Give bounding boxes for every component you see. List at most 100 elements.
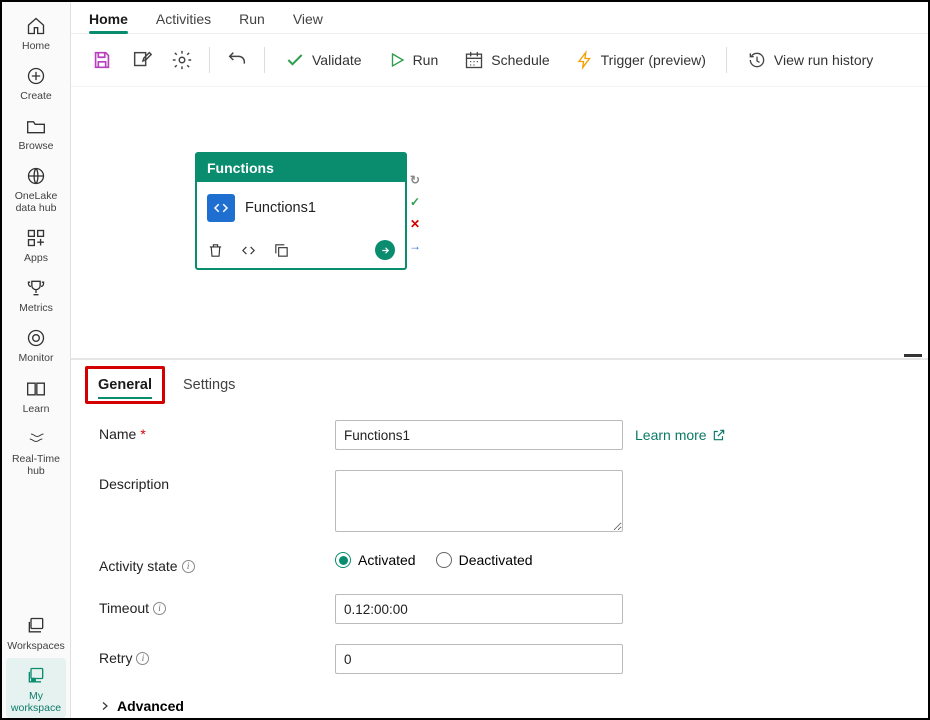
copy-icon[interactable] [273, 242, 290, 259]
skip-handle[interactable]: → [408, 239, 422, 253]
sidebar-item-apps[interactable]: Apps [6, 220, 66, 268]
trophy-icon [26, 276, 46, 300]
target-icon [26, 326, 46, 350]
name-input[interactable] [335, 420, 623, 450]
toolbar-label: Run [413, 52, 439, 68]
my-workspace-icon [26, 664, 46, 688]
separator [726, 47, 727, 73]
schedule-button[interactable]: Schedule [454, 45, 559, 75]
sidebar-label: OneLake data hub [8, 190, 64, 214]
tab-activities[interactable]: Activities [156, 11, 211, 33]
edit-button[interactable] [125, 44, 159, 76]
advanced-toggle[interactable]: Advanced [99, 694, 900, 718]
check-icon [285, 50, 305, 70]
description-input[interactable] [335, 470, 623, 532]
history-icon [747, 50, 767, 70]
external-link-icon [712, 428, 726, 442]
save-button[interactable] [85, 44, 119, 76]
timeout-input[interactable] [335, 594, 623, 624]
code-icon [207, 194, 235, 222]
retry-input[interactable] [335, 644, 623, 674]
retry-label: Retry i [99, 644, 335, 666]
success-handle[interactable]: ✓ [408, 195, 422, 209]
sidebar-item-learn[interactable]: Learn [6, 371, 66, 419]
activity-state-radio-group: Activated Deactivated [335, 552, 533, 568]
node-toolbar [197, 234, 405, 268]
top-tabs: Home Activities Run View [71, 2, 928, 34]
pane-divider[interactable] [71, 358, 928, 360]
trash-icon[interactable] [207, 242, 224, 259]
name-label: Name * [99, 420, 335, 442]
workspaces-icon [26, 614, 46, 638]
properties-form: Name * Learn more Description Activity [85, 404, 914, 718]
loop-handle[interactable]: ↻ [408, 173, 422, 187]
highlight-general-tab: General [85, 366, 165, 404]
sidebar-label: Browse [18, 140, 53, 152]
info-icon[interactable]: i [182, 560, 195, 573]
sidebar-label: Workspaces [7, 640, 65, 652]
properties-panel: General Settings Name * Learn more [71, 360, 928, 718]
timeout-label: Timeout i [99, 594, 335, 616]
radio-icon [436, 552, 452, 568]
stream-icon [26, 427, 46, 451]
tab-view[interactable]: View [293, 11, 323, 33]
tab-run[interactable]: Run [239, 11, 265, 33]
toolbar: Validate Run Schedule Trigger (preview) … [71, 34, 928, 87]
tab-home[interactable]: Home [89, 11, 128, 33]
sidebar-label: Home [22, 40, 50, 52]
sidebar-label: My workspace [8, 690, 64, 714]
undo-button[interactable] [220, 44, 254, 76]
sidebar-label: Learn [23, 403, 50, 415]
sidebar-label: Metrics [19, 302, 53, 314]
sidebar-item-my-workspace[interactable]: My workspace [6, 658, 66, 718]
toolbar-label: Schedule [491, 52, 549, 68]
sidebar-item-onelake[interactable]: OneLake data hub [6, 158, 66, 218]
folder-icon [26, 114, 46, 138]
collapse-handle[interactable] [904, 354, 922, 360]
sidebar-item-create[interactable]: Create [6, 58, 66, 106]
radio-deactivated[interactable]: Deactivated [436, 552, 533, 568]
props-tab-general[interactable]: General [94, 369, 156, 401]
validate-button[interactable]: Validate [275, 45, 372, 75]
node-body: Functions1 [197, 182, 405, 234]
code-icon[interactable] [240, 242, 257, 259]
separator [209, 47, 210, 73]
calendar-icon [464, 50, 484, 70]
sidebar-label: Monitor [18, 352, 53, 364]
sidebar-item-metrics[interactable]: Metrics [6, 270, 66, 318]
required-marker: * [140, 426, 145, 442]
props-tab-settings[interactable]: Settings [179, 369, 239, 401]
sidebar-item-realtime[interactable]: Real-Time hub [6, 421, 66, 481]
play-icon [388, 51, 406, 69]
main-area: Home Activities Run View Validate Run Sc… [71, 2, 928, 718]
settings-button[interactable] [165, 44, 199, 76]
left-sidebar: Home Create Browse OneLake data hub Apps… [2, 2, 71, 718]
node-header: Functions [197, 154, 405, 182]
sidebar-item-workspaces[interactable]: Workspaces [6, 608, 66, 656]
sidebar-item-home[interactable]: Home [6, 8, 66, 56]
home-icon [26, 14, 46, 38]
node-run-button[interactable] [375, 240, 395, 260]
learn-more-link[interactable]: Learn more [635, 427, 726, 443]
sidebar-item-monitor[interactable]: Monitor [6, 320, 66, 368]
toolbar-label: Validate [312, 52, 362, 68]
trigger-button[interactable]: Trigger (preview) [566, 45, 716, 75]
info-icon[interactable]: i [136, 652, 149, 665]
sidebar-item-browse[interactable]: Browse [6, 108, 66, 156]
toolbar-label: View run history [774, 52, 873, 68]
fail-handle[interactable]: ✕ [408, 217, 422, 231]
radio-activated[interactable]: Activated [335, 552, 416, 568]
run-button[interactable]: Run [378, 46, 449, 74]
info-icon[interactable]: i [153, 602, 166, 615]
apps-icon [26, 226, 46, 250]
globe-icon [26, 164, 46, 188]
radio-icon [335, 552, 351, 568]
book-icon [26, 377, 46, 401]
sidebar-label: Create [20, 90, 52, 102]
history-button[interactable]: View run history [737, 45, 883, 75]
node-side-handles: ↻ ✓ ✕ → [407, 173, 423, 253]
description-label: Description [99, 470, 335, 492]
activity-node-functions[interactable]: Functions Functions1 [195, 152, 407, 270]
sidebar-label: Apps [24, 252, 48, 264]
pipeline-canvas[interactable]: Functions Functions1 ↻ ✓ ✕ → [71, 87, 928, 358]
